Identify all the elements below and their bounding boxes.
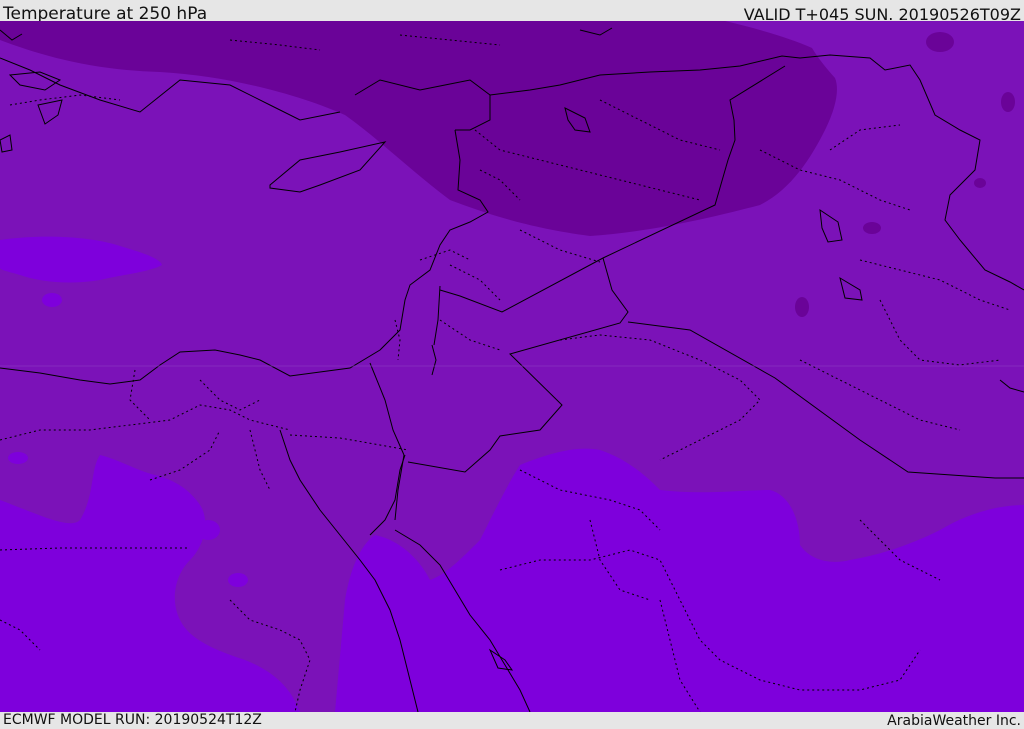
warm-spot: [228, 573, 248, 587]
warm-spot: [196, 520, 220, 540]
cold-spot: [974, 178, 986, 188]
weather-map-page: Temperature at 250 hPa VALID T+045 SUN. …: [0, 0, 1024, 729]
warm-spot: [8, 452, 28, 464]
cold-spot: [795, 297, 809, 317]
cold-spot: [863, 222, 881, 234]
footer-bar: ECMWF MODEL RUN: 20190524T12Z ArabiaWeat…: [0, 712, 1024, 729]
credit-label: ArabiaWeather Inc.: [887, 713, 1021, 729]
header-bar: Temperature at 250 hPa VALID T+045 SUN. …: [0, 0, 1024, 24]
temperature-map: [0, 21, 1024, 712]
cold-spot: [926, 32, 954, 52]
cold-spot: [1001, 92, 1015, 112]
model-run-label: ECMWF MODEL RUN: 20190524T12Z: [3, 712, 262, 728]
warm-spot: [42, 293, 62, 307]
map-canvas: [0, 21, 1024, 712]
